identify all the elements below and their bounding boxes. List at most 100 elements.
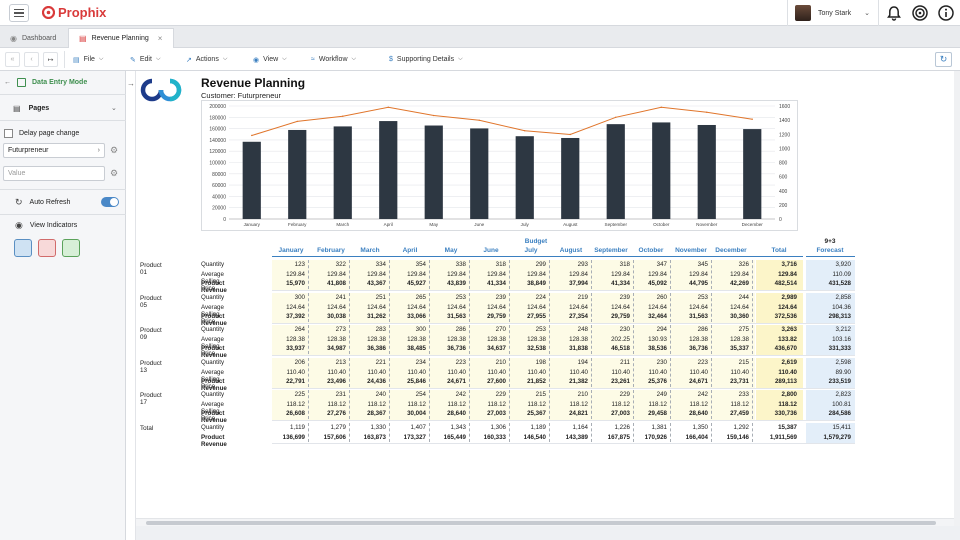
table-cell[interactable]: 110.40 <box>670 369 708 376</box>
table-cell[interactable]: 118.12 <box>428 401 466 408</box>
table-cell[interactable]: 254 <box>388 391 426 398</box>
table-cell[interactable]: 293 <box>550 261 588 268</box>
table-cell[interactable]: 129.84 <box>388 271 426 278</box>
table-cell[interactable]: 273 <box>308 326 346 333</box>
table-cell[interactable]: 130.93 <box>629 336 667 343</box>
table-cell[interactable]: 124.64 <box>267 304 305 311</box>
table-cell[interactable]: 128.38 <box>550 336 588 343</box>
table-cell[interactable]: 129.84 <box>348 271 386 278</box>
table-cell[interactable]: 118.12 <box>468 401 506 408</box>
table-cell[interactable]: 253 <box>670 294 708 301</box>
table-cell[interactable]: 128.38 <box>711 336 749 343</box>
table-cell[interactable]: 124.64 <box>468 304 506 311</box>
checkbox[interactable] <box>4 128 13 138</box>
table-cell[interactable]: 265 <box>388 294 426 301</box>
table-cell[interactable]: 206 <box>267 359 305 366</box>
table-cell[interactable]: 230 <box>592 326 630 333</box>
gear-icon[interactable]: ⚙ <box>110 168 118 179</box>
table-cell[interactable]: 223 <box>428 359 466 366</box>
table-cell[interactable]: 242 <box>428 391 466 398</box>
table-cell[interactable]: 118.12 <box>348 401 386 408</box>
table-cell[interactable]: 347 <box>629 261 667 268</box>
table-cell[interactable]: 318 <box>468 261 506 268</box>
table-cell[interactable]: 248 <box>550 326 588 333</box>
table-cell[interactable]: 110.40 <box>428 369 466 376</box>
table-cell[interactable]: 124.64 <box>508 304 546 311</box>
table-cell[interactable]: 124.64 <box>670 304 708 311</box>
table-cell[interactable]: 253 <box>508 326 546 333</box>
table-cell[interactable]: 124.64 <box>428 304 466 311</box>
table-cell[interactable]: 118.12 <box>670 401 708 408</box>
table-cell[interactable]: 283 <box>348 326 386 333</box>
table-cell[interactable]: 244 <box>711 294 749 301</box>
table-cell[interactable]: 129.84 <box>592 271 630 278</box>
table-cell[interactable]: 124.64 <box>629 304 667 311</box>
vertical-scrollbar[interactable] <box>954 71 960 526</box>
table-cell[interactable]: 129.84 <box>711 271 749 278</box>
tab-revenue-planning[interactable]: ▤ Revenue Planning × <box>68 28 174 48</box>
table-cell[interactable]: 318 <box>592 261 630 268</box>
refresh-button[interactable]: ↻ <box>935 52 952 67</box>
table-cell[interactable]: 229 <box>592 391 630 398</box>
table-cell[interactable]: 300 <box>267 294 305 301</box>
gear-icon[interactable]: ⚙ <box>110 145 118 156</box>
sidebar-toggle[interactable]: → <box>126 71 136 540</box>
table-cell[interactable]: 251 <box>348 294 386 301</box>
table-cell[interactable]: 118.12 <box>508 401 546 408</box>
table-cell[interactable]: 110.40 <box>388 369 426 376</box>
close-icon[interactable]: × <box>158 34 163 43</box>
table-cell[interactable]: 241 <box>308 294 346 301</box>
table-cell[interactable]: 239 <box>592 294 630 301</box>
table-cell[interactable]: 253 <box>428 294 466 301</box>
table-cell[interactable]: 129.84 <box>629 271 667 278</box>
table-cell[interactable]: 213 <box>308 359 346 366</box>
supporting-details-menu[interactable]: $ Supporting Details ⌵ <box>389 52 463 67</box>
table-cell[interactable]: 123 <box>267 261 305 268</box>
page-select[interactable]: Futurpreneur › <box>3 143 105 158</box>
table-cell[interactable]: 118.12 <box>592 401 630 408</box>
table-cell[interactable]: 210 <box>468 359 506 366</box>
table-cell[interactable]: 124.64 <box>592 304 630 311</box>
notes-indicator-icon[interactable] <box>14 239 32 257</box>
table-cell[interactable]: 129.84 <box>267 271 305 278</box>
table-cell[interactable]: 322 <box>308 261 346 268</box>
table-cell[interactable]: 345 <box>670 261 708 268</box>
table-cell[interactable]: 215 <box>508 391 546 398</box>
view-menu[interactable]: ◉ View ⌵ <box>253 52 287 67</box>
table-cell[interactable]: 260 <box>629 294 667 301</box>
table-cell[interactable]: 124.64 <box>550 304 588 311</box>
workflow-menu[interactable]: ≈ Workflow ⌵ <box>311 52 356 67</box>
auto-refresh-toggle[interactable] <box>101 197 119 207</box>
table-cell[interactable]: 118.12 <box>711 401 749 408</box>
table-cell[interactable]: 128.38 <box>428 336 466 343</box>
table-cell[interactable]: 242 <box>670 391 708 398</box>
table-cell[interactable]: 230 <box>629 359 667 366</box>
table-cell[interactable]: 110.40 <box>629 369 667 376</box>
table-cell[interactable]: 210 <box>550 391 588 398</box>
table-cell[interactable]: 128.38 <box>508 336 546 343</box>
table-cell[interactable]: 249 <box>629 391 667 398</box>
table-cell[interactable]: 224 <box>508 294 546 301</box>
actions-menu[interactable]: ↗ Actions ⌵ <box>186 52 227 67</box>
table-cell[interactable]: 264 <box>267 326 305 333</box>
value-field[interactable]: Value <box>3 166 105 181</box>
table-cell[interactable]: 110.40 <box>508 369 546 376</box>
user-menu[interactable]: Tony Stark ⌄ <box>787 0 879 26</box>
edit-menu[interactable]: ✎ Edit ⌵ <box>130 52 161 67</box>
data-entry-mode[interactable]: ← Data Entry Mode <box>0 75 126 89</box>
table-cell[interactable]: 221 <box>348 359 386 366</box>
comment-indicator-icon[interactable] <box>38 239 56 257</box>
table-cell[interactable]: 270 <box>468 326 506 333</box>
table-cell[interactable]: 118.12 <box>388 401 426 408</box>
table-cell[interactable]: 128.38 <box>388 336 426 343</box>
table-cell[interactable]: 129.84 <box>468 271 506 278</box>
table-cell[interactable]: 202.25 <box>592 336 630 343</box>
target-icon[interactable] <box>911 4 929 22</box>
table-cell[interactable]: 110.40 <box>308 369 346 376</box>
table-cell[interactable]: 124.64 <box>388 304 426 311</box>
table-cell[interactable]: 239 <box>468 294 506 301</box>
link-indicator-icon[interactable] <box>62 239 80 257</box>
table-cell[interactable]: 286 <box>670 326 708 333</box>
table-cell[interactable]: 129.84 <box>550 271 588 278</box>
table-cell[interactable]: 128.38 <box>670 336 708 343</box>
